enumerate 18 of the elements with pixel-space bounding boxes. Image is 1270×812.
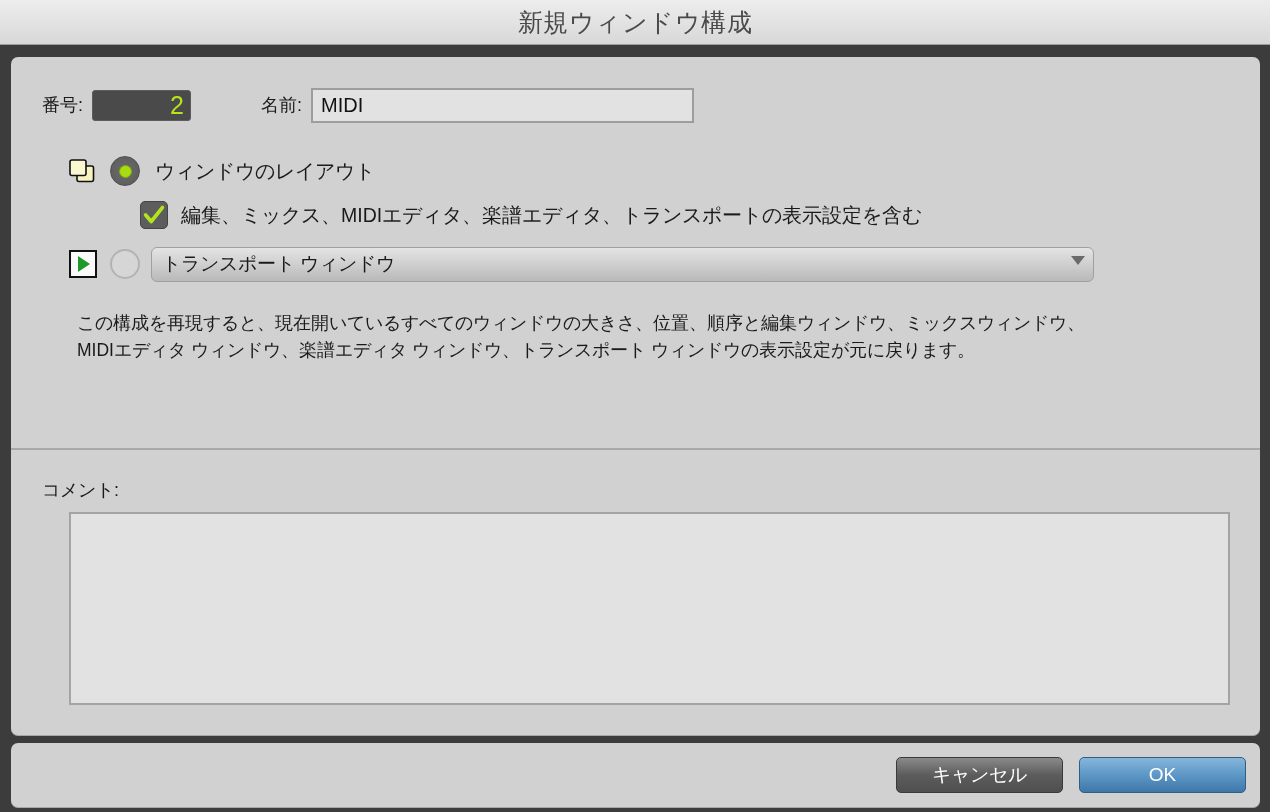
number-field[interactable]: 2 [92, 89, 191, 121]
description-text: この構成を再現すると、現在開いているすべてのウィンドウの大きさ、位置、順序と編集ウィンドウ、ミックスウィンドウ、MIDIエディタ ウィンドウ、楽譜エディタ ウィンドウ、トランスポート ウィンドウの表示設定が元に戻ります。 [77, 312, 1086, 362]
number-label: 番号: [42, 94, 83, 117]
cancel-button[interactable]: キャンセル [896, 757, 1063, 793]
checkbox[interactable] [140, 201, 168, 229]
radio-button[interactable] [110, 249, 140, 279]
play-icon [69, 250, 97, 278]
checkbox-label: 編集、ミックス、MIDIエディタ、楽譜エディタ、トランスポートの表示設定を含む [181, 202, 923, 228]
name-label: 名前: [261, 94, 303, 117]
window-title: 新規ウィンドウ構成 [517, 6, 753, 38]
name-field[interactable]: MIDI [311, 87, 695, 123]
overlapping-windows-icon [69, 159, 95, 183]
comment-label: コメント: [42, 479, 119, 502]
dropdown[interactable]: トランスポート ウィンドウ [151, 246, 1094, 282]
radio-button[interactable] [110, 156, 140, 186]
caret-icon [1071, 255, 1085, 265]
radio-label: ウィンドウのレイアウト [155, 158, 375, 184]
comment-field[interactable] [69, 512, 1230, 705]
